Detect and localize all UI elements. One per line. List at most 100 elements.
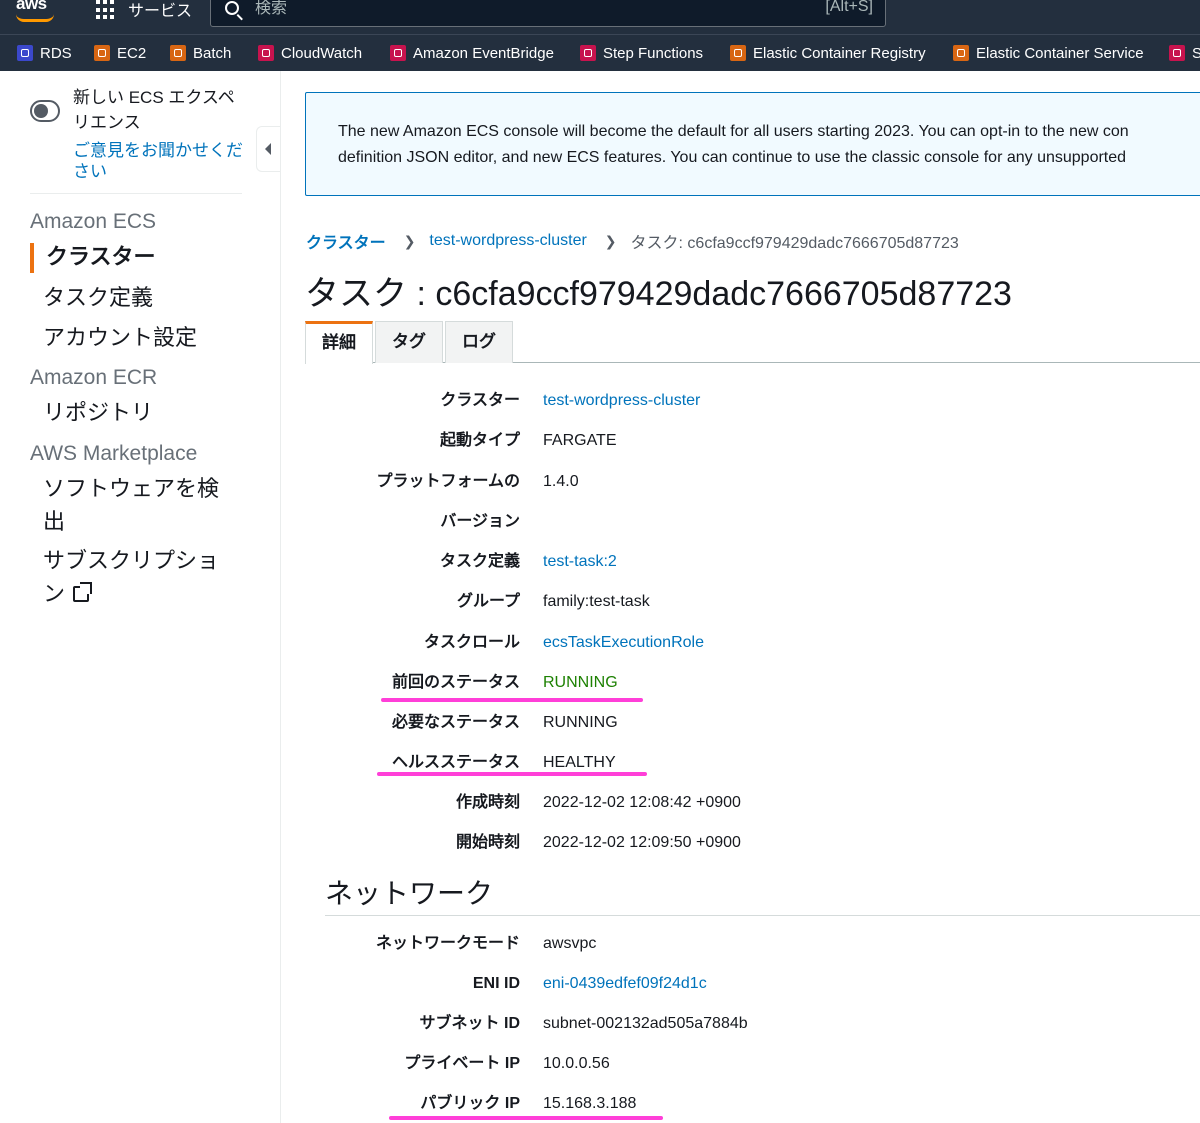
detail-label: プラットフォームの xyxy=(376,473,520,490)
detail-label: 開始時刻 xyxy=(455,834,520,851)
favorite-label: Batch xyxy=(193,44,232,62)
favorite-label: Elastic Container Registry xyxy=(753,44,926,62)
favorite-label: EC2 xyxy=(117,44,147,62)
sidebar-collapse-button[interactable] xyxy=(256,126,280,172)
services-menu-button[interactable]: サービス xyxy=(128,0,192,21)
cluster-link[interactable]: test-wordpress-cluster xyxy=(543,389,700,413)
new-experience-label: 新しい ECS エクスペリエンス xyxy=(73,88,235,132)
favorite-service[interactable]: S xyxy=(1169,43,1200,63)
network-row-eni-id: ENI ID eni-0439edfef09f24d1c xyxy=(306,972,1200,996)
breadcrumb-clusters[interactable]: クラスター xyxy=(306,229,386,253)
network-section-title: ネットワーク xyxy=(325,878,494,909)
favorite-ec2[interactable]: EC2 xyxy=(94,43,146,63)
sidebar-item-task-definitions[interactable]: タスク定義 xyxy=(43,281,243,314)
breadcrumb-cluster[interactable]: test-wordpress-cluster xyxy=(429,232,586,250)
new-experience-toggle[interactable] xyxy=(30,100,60,122)
chevron-right-icon: ❯ xyxy=(403,232,416,249)
active-indicator xyxy=(30,243,34,273)
highlight-underline xyxy=(381,698,643,702)
detail-label: 必要なステータス xyxy=(391,714,520,731)
favorite-label: S xyxy=(1192,45,1200,62)
tab-details[interactable]: 詳細 xyxy=(305,321,373,364)
favorites-bar: RDS EC2 Batch CloudWatch Amazon EventBri… xyxy=(0,34,1200,71)
last-status-value: RUNNING xyxy=(543,674,618,691)
step-functions-icon xyxy=(580,45,596,61)
favorite-label: Elastic Container Service xyxy=(976,44,1144,62)
eni-id-link[interactable]: eni-0439edfef09f24d1c xyxy=(543,972,707,996)
favorite-eventbridge[interactable]: Amazon EventBridge xyxy=(390,43,554,63)
feedback-link[interactable]: ご意見をお聞かせください xyxy=(73,140,243,182)
detail-value: RUNNING xyxy=(543,714,618,731)
rds-icon xyxy=(17,45,33,61)
ec2-icon xyxy=(94,45,110,61)
detail-row-launch-type: 起動タイプ FARGATE xyxy=(306,429,1200,453)
external-link-icon xyxy=(73,582,93,602)
tab-tags[interactable]: タグ xyxy=(375,321,443,363)
detail-row-cluster: クラスター test-wordpress-cluster xyxy=(306,389,1200,413)
sidebar-section-amazon-ecs: Amazon ECS xyxy=(30,210,157,233)
detail-value: awsvpc xyxy=(543,935,597,952)
detail-row-last-status: 前回のステータス RUNNING xyxy=(306,671,1200,695)
detail-value: 2022-12-02 12:09:50 +0900 xyxy=(543,834,741,851)
sidebar-section-amazon-ecr: Amazon ECR xyxy=(30,366,158,389)
banner-text: The new Amazon ECS console will become t… xyxy=(338,119,1200,171)
task-definition-link[interactable]: test-task:2 xyxy=(543,550,617,574)
sidebar-item-repositories[interactable]: リポジトリ xyxy=(43,396,243,429)
sidebar-divider xyxy=(30,193,242,194)
service-icon xyxy=(1169,45,1185,61)
sidebar-item-account-settings[interactable]: アカウント設定 xyxy=(43,321,243,354)
detail-value: 2022-12-02 12:08:42 +0900 xyxy=(543,794,741,811)
network-row-public-ip: パブリック IP 15.168.3.188 xyxy=(306,1092,1200,1116)
sidebar-item-subscriptions[interactable]: サブスクリプション xyxy=(43,544,233,610)
favorite-batch[interactable]: Batch xyxy=(170,43,231,63)
favorite-cloudwatch[interactable]: CloudWatch xyxy=(258,43,362,63)
detail-value: FARGATE xyxy=(543,432,617,449)
search-input[interactable] xyxy=(255,0,755,20)
highlight-underline xyxy=(377,772,647,776)
tab-logs[interactable]: ログ xyxy=(445,321,513,363)
detail-label: バージョン xyxy=(440,513,520,530)
cloudwatch-icon xyxy=(258,45,274,61)
page-title: タスク : c6cfa9ccf979429dadc7666705d87723 xyxy=(305,275,1012,313)
detail-label: クラスター xyxy=(440,392,520,409)
aws-logo[interactable]: aws xyxy=(16,0,47,14)
detail-label: パブリック IP xyxy=(420,1095,520,1112)
batch-icon xyxy=(170,45,186,61)
detail-value: 1.4.0 xyxy=(543,473,579,490)
favorite-rds[interactable]: RDS xyxy=(17,43,72,63)
detail-row-platform-version: プラットフォームの 1.4.0 xyxy=(306,470,1200,494)
detail-label: タスク定義 xyxy=(439,553,520,570)
sidebar-section-aws-marketplace: AWS Marketplace xyxy=(30,442,198,465)
detail-label: 作成時刻 xyxy=(455,794,520,811)
services-grid-icon[interactable] xyxy=(96,0,116,20)
search-box[interactable]: [Alt+S] xyxy=(210,0,886,27)
sidebar-item-discover-software[interactable]: ソフトウェアを検出 xyxy=(43,472,233,538)
network-row-private-ip: プライベート IP 10.0.0.56 xyxy=(306,1052,1200,1076)
detail-label: プライベート IP xyxy=(404,1055,520,1072)
top-navigation-bar: aws サービス [Alt+S] xyxy=(0,0,1200,34)
aws-logo-smile-icon xyxy=(16,14,54,22)
detail-row-task-role: タスクロール ecsTaskExecutionRole xyxy=(306,631,1200,655)
network-row-mode: ネットワークモード awsvpc xyxy=(306,932,1200,956)
detail-row-group: グループ family:test-task xyxy=(306,590,1200,614)
detail-row-created-at: 作成時刻 2022-12-02 12:08:42 +0900 xyxy=(306,791,1200,815)
favorite-step-functions[interactable]: Step Functions xyxy=(580,43,703,63)
highlight-underline xyxy=(389,1116,663,1120)
detail-row-desired-status: 必要なステータス RUNNING xyxy=(306,711,1200,735)
task-role-link[interactable]: ecsTaskExecutionRole xyxy=(543,631,704,655)
favorite-label: Amazon EventBridge xyxy=(413,44,554,62)
favorite-ecs[interactable]: Elastic Container Service xyxy=(953,43,1144,63)
breadcrumb: クラスター ❯ test-wordpress-cluster ❯ タスク: c6… xyxy=(306,229,959,253)
detail-label: サブネット ID xyxy=(419,1015,520,1032)
sidebar-item-clusters[interactable]: クラスター xyxy=(46,240,246,273)
sidebar-navigation: 新しい ECS エクスペリエンス ご意見をお聞かせください Amazon ECS… xyxy=(0,71,256,1123)
banner-line-1: The new Amazon ECS console will become t… xyxy=(338,123,1129,140)
breadcrumb-current: タスク: c6cfa9ccf979429dadc7666705d87723 xyxy=(630,235,959,252)
detail-label: ENI ID xyxy=(472,975,520,992)
detail-label: 起動タイプ xyxy=(439,432,520,449)
network-row-subnet-id: サブネット ID subnet-002132ad505a7884b xyxy=(306,1012,1200,1036)
tab-bar: 詳細 タグ ログ xyxy=(305,321,515,364)
favorite-label: Step Functions xyxy=(603,44,704,62)
search-shortcut-hint: [Alt+S] xyxy=(825,0,873,15)
favorite-ecr[interactable]: Elastic Container Registry xyxy=(730,43,926,63)
